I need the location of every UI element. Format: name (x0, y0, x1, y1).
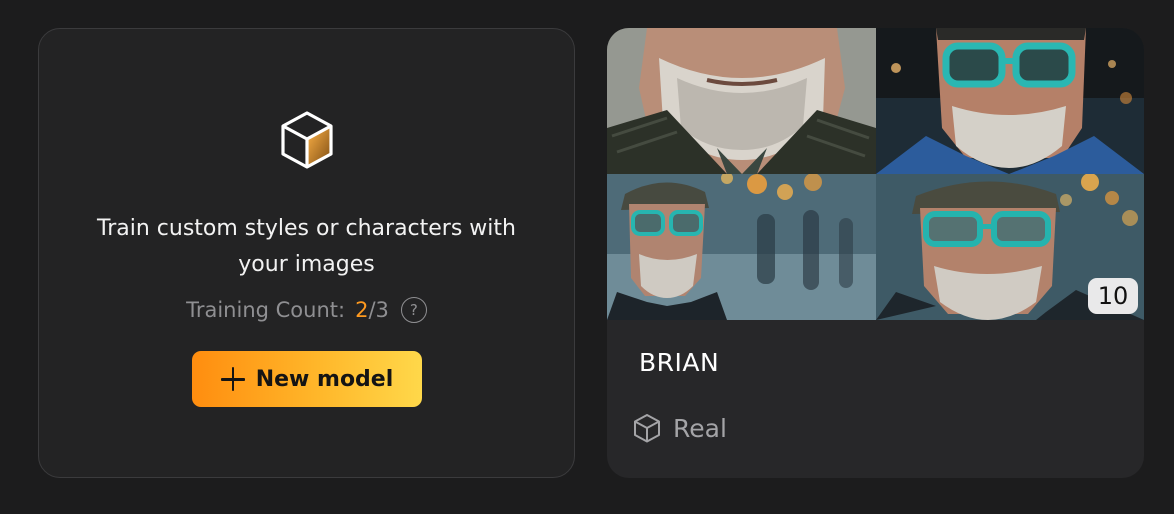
new-model-label: New model (255, 366, 394, 392)
cube-outline-icon (634, 414, 660, 443)
plus-icon (220, 366, 246, 392)
training-used: 2 (355, 298, 369, 322)
model-type: Real (631, 412, 727, 444)
model-thumbnail (607, 174, 876, 320)
create-description: Train custom styles or characters with y… (97, 216, 516, 277)
model-type-label: Real (673, 413, 727, 443)
training-count-label: Training Count: (186, 298, 346, 322)
model-name: BRIAN (639, 348, 720, 377)
model-thumbnail (876, 28, 1144, 174)
training-count: Training Count: 2/3 ? (186, 297, 427, 323)
help-glyph: ? (409, 301, 418, 319)
help-icon[interactable]: ? (400, 297, 427, 323)
model-thumbnail (607, 28, 876, 174)
new-model-button[interactable]: New model (191, 351, 422, 407)
models-page: Train custom styles or characters with y… (0, 0, 1174, 514)
cube-icon (280, 111, 333, 169)
model-card-brian[interactable]: 10 BRIAN Real (607, 28, 1144, 478)
training-count-value: 2/3 (355, 298, 389, 322)
create-model-card: Train custom styles or characters with y… (38, 28, 575, 478)
model-thumbnail-grid: 10 (607, 28, 1144, 320)
image-count-badge: 10 (1088, 278, 1138, 314)
training-total: /3 (368, 298, 389, 322)
